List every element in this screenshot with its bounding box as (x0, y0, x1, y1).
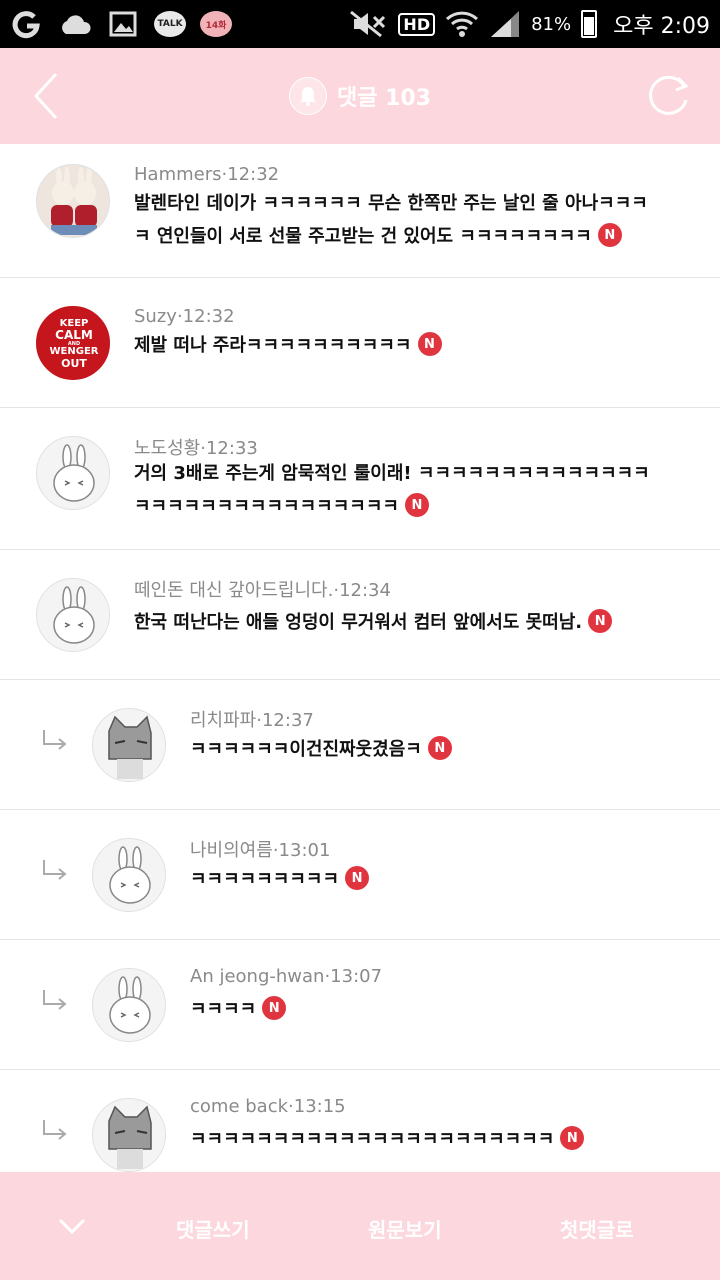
comment-author[interactable]: 나비의여름 (190, 840, 273, 861)
reply-arrow-icon (43, 860, 67, 880)
hd-icon: HD (398, 12, 436, 36)
battery-percent: 81% (531, 13, 572, 35)
bottom-toolbar: 댓글쓰기 원문보기 첫댓글로 (0, 1172, 720, 1280)
new-badge: N (345, 866, 370, 890)
header: 댓글 103 (0, 48, 720, 144)
refresh-icon (649, 75, 689, 115)
avatar-poster-line: OUT (61, 356, 87, 370)
comment-list[interactable]: Hammers·12:32 발렌타인 데이가 ㅋㅋㅋㅋㅋㅋ 무슨 한쪽만 주는 … (0, 144, 720, 1172)
collapse-button[interactable] (52, 1212, 92, 1242)
comment-text: ㅋㅋㅋㅋㅋㅋㅋㅋㅋㅋㅋㅋㅋㅋㅋㅋㅋㅋㅋㅋㅋㅋ (190, 1129, 555, 1150)
new-badge: N (404, 493, 429, 517)
comment-item: Hammers·12:32 발렌타인 데이가 ㅋㅋㅋㅋㅋㅋ 무슨 한쪽만 주는 … (0, 144, 720, 278)
comment-text: 발렌타인 데이가 ㅋㅋㅋㅋㅋㅋ 무슨 한쪽만 주는 날인 줄 아나ㅋㅋㅋㅋ 연인… (134, 193, 648, 247)
chevron-down-icon (58, 1218, 86, 1235)
comment-author[interactable]: 리치파파 (190, 710, 256, 731)
avatar[interactable] (36, 436, 110, 510)
avatar[interactable] (92, 708, 166, 782)
comment-text: 한국 떠난다는 애들 엉덩이 무거워서 컴터 앞에서도 못떠남. (134, 612, 583, 633)
page-title: 댓글 103 (336, 86, 432, 111)
refresh-button[interactable] (642, 70, 694, 122)
comment-text: ㅋㅋㅋㅋㅋㅋㅋㅋㅋ (190, 869, 340, 890)
new-badge: N (588, 609, 613, 633)
mute-icon (350, 10, 386, 38)
image-icon (106, 9, 140, 39)
episode-badge-icon: 14화 (200, 11, 232, 37)
signal-icon (491, 11, 520, 37)
new-badge: N (597, 223, 622, 247)
comment-author[interactable]: 노도성황 (134, 438, 200, 459)
g-icon (10, 9, 44, 39)
comment-time: 13:07 (330, 966, 383, 987)
avatar[interactable] (92, 968, 166, 1042)
comment-author[interactable]: Suzy (134, 306, 177, 327)
comment-author[interactable]: come back (190, 1096, 288, 1117)
comment-text: 거의 3배로 주는게 암묵적인 룰이래! ㅋㅋㅋㅋㅋㅋㅋㅋㅋㅋㅋㅋㅋㅋㅋㅋㅋㅋㅋ… (134, 463, 650, 517)
comment-time: 12:32 (227, 164, 280, 185)
bell-icon[interactable] (288, 77, 327, 115)
comment-time: 13:01 (278, 840, 331, 861)
avatar[interactable] (36, 164, 110, 238)
comment-item: 노도성황·12:33 거의 3배로 주는게 암묵적인 룰이래! ㅋㅋㅋㅋㅋㅋㅋㅋ… (0, 408, 720, 550)
clock: 오후 2:09 (613, 14, 710, 39)
cloud-icon (58, 9, 92, 39)
comment-time: 12:32 (182, 306, 235, 327)
comment-time: 12:33 (205, 438, 258, 459)
comment-item: 나비의여름·13:01 ㅋㅋㅋㅋㅋㅋㅋㅋㅋ N (0, 810, 720, 940)
talk-icon: TALK (154, 11, 186, 37)
comment-item: 떼인돈 대신 갚아드립니다.·12:34 한국 떠난다는 애들 엉덩이 무거워서… (0, 550, 720, 680)
comment-time: 12:34 (339, 580, 391, 601)
comment-text: ㅋㅋㅋㅋㅋㅋ이건진짜웃겼음ㅋ (190, 739, 422, 760)
reply-arrow-icon (43, 1120, 67, 1140)
wifi-icon (446, 11, 479, 37)
new-badge: N (560, 1126, 585, 1150)
comment-item: KEEP CALM AND WENGER OUT Suzy·12:32 제발 떠… (0, 278, 720, 408)
comment-text: 제발 떠나 주라ㅋㅋㅋㅋㅋㅋㅋㅋㅋㅋ (134, 335, 412, 356)
comment-text: ㅋㅋㅋㅋ (190, 999, 257, 1020)
comment-time: 13:15 (293, 1096, 346, 1117)
first-comment-button[interactable]: 첫댓글로 (560, 1214, 634, 1243)
new-badge: N (427, 736, 452, 760)
new-badge: N (417, 332, 442, 356)
comment-author[interactable]: Hammers (134, 164, 222, 185)
avatar[interactable] (92, 1098, 166, 1172)
reply-arrow-icon (43, 730, 67, 750)
comment-author[interactable]: 떼인돈 대신 갚아드립니다. (134, 580, 333, 601)
avatar[interactable]: KEEP CALM AND WENGER OUT (36, 306, 110, 380)
reply-arrow-icon (43, 990, 67, 1010)
write-comment-button[interactable]: 댓글쓰기 (176, 1214, 250, 1243)
avatar[interactable] (36, 578, 110, 652)
comment-time: 12:37 (261, 710, 314, 731)
new-badge: N (262, 996, 287, 1020)
view-original-button[interactable]: 원문보기 (368, 1214, 442, 1243)
comment-item: An jeong-hwan·13:07 ㅋㅋㅋㅋ N (0, 940, 720, 1070)
avatar-poster-line: CALM (55, 328, 93, 343)
status-bar: TALK 14화 HD 81% 오후 2:09 (0, 0, 720, 48)
battery-icon (581, 10, 598, 38)
comment-author[interactable]: An jeong-hwan (190, 966, 324, 987)
comment-item: come back·13:15 ㅋㅋㅋㅋㅋㅋㅋㅋㅋㅋㅋㅋㅋㅋㅋㅋㅋㅋㅋㅋㅋㅋ N (0, 1070, 720, 1172)
avatar[interactable] (92, 838, 166, 912)
comment-item: 리치파파·12:37 ㅋㅋㅋㅋㅋㅋ이건진짜웃겼음ㅋ N (0, 680, 720, 810)
